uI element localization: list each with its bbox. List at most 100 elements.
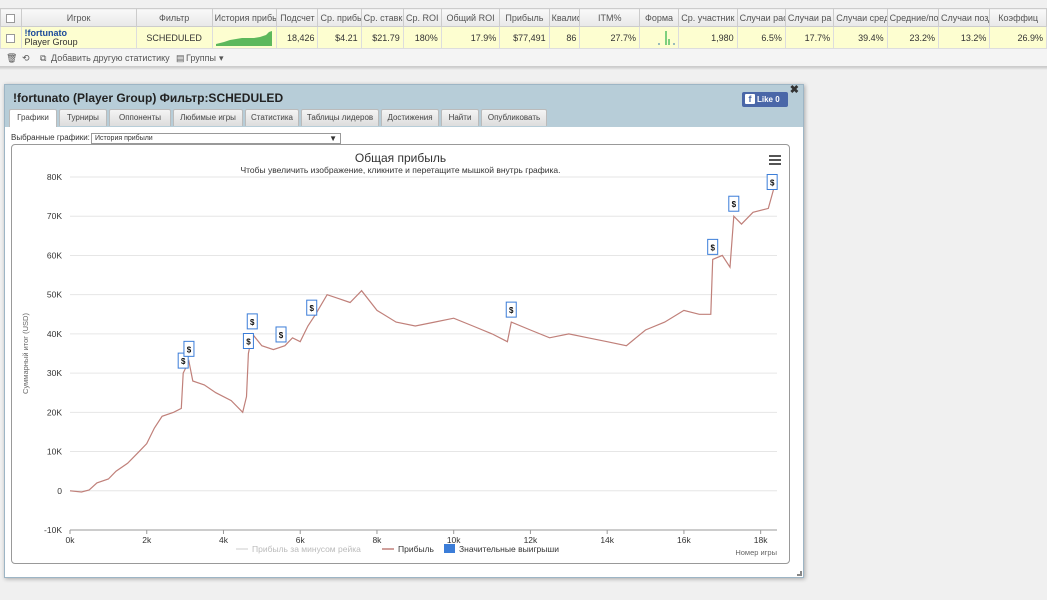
col-header[interactable]: Прибыль — [499, 8, 550, 27]
col-header[interactable]: Случаи рас — [736, 8, 786, 27]
stat-cell: 26.9% — [989, 26, 1047, 49]
tab-tournaments[interactable]: Турниры — [59, 109, 107, 126]
resize-handle[interactable] — [797, 571, 802, 576]
stats-table: Игрок Фильтр История прибы Подсчет Ср. п… — [0, 8, 1047, 49]
tab-statistics[interactable]: Статистика — [245, 109, 299, 126]
col-header[interactable]: История прибы — [211, 8, 278, 27]
col-header[interactable]: Случаи сред — [833, 8, 888, 27]
profit-chart[interactable]: -10K010K20K30K40K50K60K70K80K0k 2k 4k 6k 8k 1… — [12, 145, 789, 563]
table-row[interactable]: !fortunato Player Group SCHEDULED 18,426… — [0, 26, 1047, 49]
refresh-icon[interactable]: ⟲ — [22, 53, 30, 64]
legend-swatch-bigwins — [444, 544, 455, 553]
x-tick-label: 18k — [754, 535, 768, 545]
groups-menu[interactable]: Группы — [186, 53, 216, 63]
chart-select-label: Выбранные графики: — [11, 133, 90, 142]
tab-publish[interactable]: Опубликовать — [481, 109, 547, 126]
total-roi-cell: 17.9% — [440, 26, 501, 49]
chart-select[interactable]: История прибыли ▼ — [91, 133, 341, 144]
form-sparkline[interactable] — [639, 26, 680, 49]
col-header[interactable]: ITM% — [579, 8, 641, 27]
big-win-flag-label: $ — [187, 345, 192, 354]
big-win-flag-label: $ — [279, 331, 284, 340]
col-header[interactable]: Ср. прибы — [317, 8, 362, 27]
big-win-flag-label: $ — [250, 318, 255, 327]
tab-find[interactable]: Найти — [441, 109, 479, 126]
col-header[interactable]: Форма — [639, 8, 680, 27]
tab-leaderboards[interactable]: Таблицы лидеров — [301, 109, 379, 126]
trash-icon[interactable]: 🗑 — [6, 53, 17, 64]
big-win-flag-label: $ — [710, 243, 715, 252]
col-header[interactable]: Коэффиц — [989, 8, 1047, 27]
count-cell: 18,426 — [276, 26, 319, 49]
chart-select-value: История прибыли — [95, 135, 153, 142]
y-tick-label: 30K — [47, 368, 62, 378]
facebook-like-button[interactable]: f Like 0 — [742, 92, 788, 107]
add-stat-icon[interactable]: ⧉ — [40, 53, 46, 64]
series-line-profit — [69, 176, 778, 493]
y-tick-label: 20K — [47, 407, 62, 417]
y-axis-label: Суммарный итог (USD) — [21, 313, 30, 394]
row-checkbox[interactable] — [0, 26, 22, 49]
tab-opponents[interactable]: Оппоненты — [109, 109, 171, 126]
big-win-flag-label: $ — [770, 178, 775, 187]
groups-icon[interactable]: ▤ — [176, 53, 185, 64]
col-header[interactable]: Ср. ROI — [402, 8, 442, 27]
col-header[interactable]: Подсчет — [276, 8, 319, 27]
x-tick-label: 14k — [600, 535, 614, 545]
col-header[interactable]: Квалиф — [548, 8, 581, 27]
big-win-flag-label: $ — [181, 357, 186, 366]
big-win-flag-label: $ — [732, 200, 737, 209]
facebook-icon: f — [745, 94, 755, 104]
y-tick-label: -10K — [44, 525, 62, 535]
x-tick-label: 16k — [677, 535, 691, 545]
legend-item-rake: Прибыль за минусом рейка — [252, 544, 361, 554]
col-header[interactable]: Случаи ра — [784, 8, 835, 27]
col-header[interactable]: Ср. участник — [678, 8, 738, 27]
tab-charts[interactable]: Графики — [9, 109, 57, 127]
col-header[interactable]: Случаи позд — [937, 8, 991, 27]
stat-cell: 6.5% — [736, 26, 786, 49]
big-win-flag-label: $ — [509, 306, 514, 315]
legend-item-profit: Прибыль — [398, 544, 435, 554]
like-count: 0 — [775, 95, 780, 104]
y-tick-label: 60K — [47, 250, 62, 260]
panel-header: !fortunato (Player Group) Фильтр:SCHEDUL… — [5, 83, 803, 127]
close-icon[interactable]: ✖ — [790, 83, 799, 96]
stat-cell: 17.7% — [784, 26, 835, 49]
col-header[interactable]: Фильтр — [135, 8, 213, 27]
stat-cell: 23.2% — [886, 26, 939, 49]
table-toolbar: 🗑 ⟲ ⧉ Добавить другую статистику ▤ Групп… — [0, 49, 1047, 67]
tab-achievements[interactable]: Достижения — [381, 109, 439, 126]
tab-favorite-games[interactable]: Любимые игры — [173, 109, 243, 126]
col-header[interactable]: Игрок — [20, 8, 137, 27]
avg-stake-cell: $21.79 — [360, 26, 404, 49]
col-header[interactable]: Ср. ставка — [360, 8, 404, 27]
stat-cell: 39.4% — [833, 26, 888, 49]
y-tick-label: 70K — [47, 211, 62, 221]
divider — [0, 67, 1047, 70]
x-tick-label: 2k — [142, 535, 152, 545]
add-stat-link[interactable]: Добавить другую статистику — [51, 53, 170, 63]
profit-sparkline[interactable] — [211, 26, 278, 49]
chart-frame[interactable]: Общая прибыль Чтобы увеличить изображени… — [11, 144, 790, 564]
stat-cell: 13.2% — [937, 26, 991, 49]
dropdown-arrow-icon: ▼ — [329, 134, 337, 143]
col-header[interactable]: Средние/поз — [886, 8, 939, 27]
avg-profit-cell: $4.21 — [317, 26, 362, 49]
panel-title: !fortunato (Player Group) Фильтр:SCHEDUL… — [13, 91, 284, 105]
big-win-flag-label: $ — [310, 304, 315, 313]
chevron-down-icon[interactable]: ▾ — [219, 53, 224, 64]
legend-item-bigwins: Значительные выигрыши — [459, 544, 559, 554]
profit-cell: $77,491 — [499, 26, 550, 49]
x-tick-label: 8k — [372, 535, 382, 545]
y-tick-label: 50K — [47, 290, 62, 300]
big-win-flag-label: $ — [246, 338, 251, 347]
y-tick-label: 80K — [47, 172, 62, 182]
col-header[interactable]: Общий ROI — [440, 8, 501, 27]
y-tick-label: 10K — [47, 447, 62, 457]
x-tick-label: 0k — [66, 535, 76, 545]
select-all-checkbox[interactable] — [0, 8, 22, 27]
player-cell[interactable]: !fortunato Player Group — [20, 26, 137, 49]
y-tick-label: 0 — [57, 486, 62, 496]
qualif-cell: 86 — [548, 26, 581, 49]
